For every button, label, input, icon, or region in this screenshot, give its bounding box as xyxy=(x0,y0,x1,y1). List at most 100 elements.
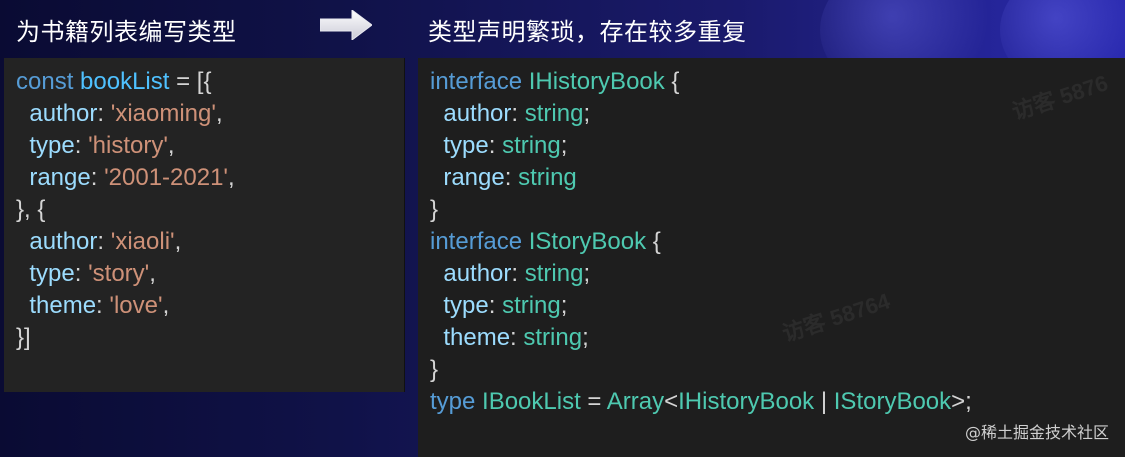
code-token: const xyxy=(16,68,81,95)
code-token: < xyxy=(664,388,679,415)
code-line: interface IStoryBook { xyxy=(430,226,972,258)
code-token: { xyxy=(646,228,661,255)
code-token: author xyxy=(443,100,512,127)
code-token: IBookList xyxy=(482,388,581,415)
code-token: 'history' xyxy=(88,132,168,159)
left-code-block: const bookList = [{ author: 'xiaoming', … xyxy=(16,66,235,354)
code-token: theme xyxy=(29,292,97,319)
code-line: const bookList = [{ xyxy=(16,66,235,98)
code-token: : xyxy=(96,292,110,319)
code-token: } xyxy=(430,356,439,383)
code-token: | xyxy=(814,388,834,415)
site-watermark: @稀土掘金技术社区 xyxy=(964,423,1109,442)
code-token: = xyxy=(580,388,607,415)
code-token: = [{ xyxy=(169,68,212,95)
code-token: ; xyxy=(582,324,589,351)
code-token: string xyxy=(523,324,583,351)
code-line: author: string; xyxy=(430,258,972,290)
code-token: : xyxy=(488,132,503,159)
code-token: : xyxy=(504,164,519,191)
code-token: IStoryBook xyxy=(528,228,647,255)
code-token: : xyxy=(510,324,524,351)
code-line: type IBookList = Array<IHistoryBook | IS… xyxy=(430,386,972,418)
code-token: string xyxy=(502,132,561,159)
code-token: type xyxy=(29,260,75,287)
code-token: type xyxy=(443,132,489,159)
code-token: theme xyxy=(443,324,511,351)
code-token: 'love' xyxy=(109,292,163,319)
code-token: range xyxy=(29,164,91,191)
code-token: interface xyxy=(430,68,529,95)
code-token: ; xyxy=(560,132,568,159)
code-token: author xyxy=(29,100,98,127)
code-token: , xyxy=(228,164,235,191)
code-token: string xyxy=(502,292,561,319)
code-token: IHistoryBook xyxy=(678,388,815,415)
code-line: author: string; xyxy=(430,98,972,130)
code-token: : xyxy=(74,132,89,159)
code-line: author: 'xiaoming', xyxy=(16,98,235,130)
code-line: type: string; xyxy=(430,130,972,162)
code-token: : xyxy=(90,164,105,191)
code-line: type: 'history', xyxy=(16,130,235,162)
code-line: range: '2001-2021', xyxy=(16,162,235,194)
code-token: , xyxy=(162,292,170,319)
code-token: , xyxy=(215,100,223,127)
code-line: range: string xyxy=(430,162,972,194)
code-token: ; xyxy=(583,260,591,287)
code-token: ; xyxy=(583,100,591,127)
code-token: IHistoryBook xyxy=(528,68,665,95)
code-line: }] xyxy=(16,322,235,354)
code-token: , xyxy=(149,260,156,287)
code-token: , xyxy=(167,132,175,159)
code-line: author: 'xiaoli', xyxy=(16,226,235,258)
right-code-block: interface IHistoryBook { author: string;… xyxy=(430,66,972,418)
code-token: 'story' xyxy=(88,260,150,287)
right-arrow-icon xyxy=(320,10,372,40)
code-token: : xyxy=(511,100,525,127)
code-line: }, { xyxy=(16,194,235,226)
code-token: ; xyxy=(560,292,568,319)
code-token: }, { xyxy=(16,196,46,223)
code-token: { xyxy=(664,68,680,95)
code-token: , xyxy=(174,228,182,255)
code-token: >; xyxy=(951,388,972,415)
code-token: : xyxy=(511,260,525,287)
code-token: interface xyxy=(430,228,529,255)
code-token: range xyxy=(443,164,505,191)
code-token: : xyxy=(74,260,89,287)
code-line: theme: 'love', xyxy=(16,290,235,322)
code-token: IStoryBook xyxy=(833,388,952,415)
code-line: interface IHistoryBook { xyxy=(430,66,972,98)
code-token: : xyxy=(488,292,503,319)
code-token: : xyxy=(97,228,111,255)
code-token: author xyxy=(29,228,98,255)
code-line: theme: string; xyxy=(430,322,972,354)
code-token: }] xyxy=(16,324,31,351)
left-title: 为书籍列表编写类型 xyxy=(16,18,237,46)
left-code-panel: const bookList = [{ author: 'xiaoming', … xyxy=(4,58,405,392)
code-token: '2001-2021' xyxy=(104,164,229,191)
code-line: } xyxy=(430,194,972,226)
code-token: 'xiaoming' xyxy=(110,100,216,127)
code-token: type xyxy=(430,388,483,415)
code-token: type xyxy=(443,292,489,319)
code-token: type xyxy=(29,132,75,159)
code-token: : xyxy=(97,100,111,127)
code-line: type: 'story', xyxy=(16,258,235,290)
code-line: } xyxy=(430,354,972,386)
code-token: string xyxy=(518,164,577,191)
code-token: bookList xyxy=(80,68,170,95)
code-token: 'xiaoli' xyxy=(110,228,175,255)
